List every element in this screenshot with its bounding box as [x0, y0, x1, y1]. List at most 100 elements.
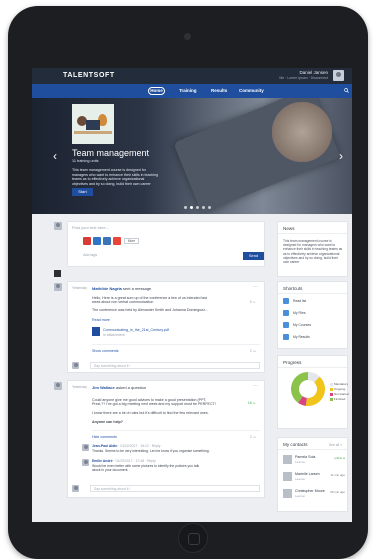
pdf-icon[interactable] — [113, 237, 121, 245]
tablet-frame: TALENTSOFT Daniel Jansen Me · Lorem ipsu… — [8, 6, 368, 559]
legend-item: Ongoing — [330, 387, 345, 391]
contact-status: 11 min ago — [330, 473, 345, 477]
user-links[interactable]: Me · Lorem ipsum · Disconnect — [279, 76, 328, 80]
hero-illustration — [72, 104, 114, 144]
legend-item: Not started — [330, 392, 349, 396]
contact-item[interactable]: Marielle Larsen Learner 11 min ago — [283, 472, 345, 484]
hero-description: This team management course is designed … — [72, 168, 159, 186]
hero-photo-hand — [272, 102, 332, 162]
nav-home[interactable]: Home — [148, 87, 165, 95]
see-all-link[interactable]: See all » — [329, 443, 342, 447]
avatar — [283, 489, 292, 498]
contacts-title: My contacts — [283, 442, 308, 447]
comment-input[interactable]: Say something about it ! — [90, 485, 260, 492]
comment-count: 2 ▭ — [249, 349, 256, 353]
list-icon — [283, 298, 289, 304]
legend-swatch — [330, 382, 333, 386]
more-icon[interactable]: ··· — [253, 284, 258, 290]
legend-label: Mandatory — [334, 382, 349, 386]
pdf-icon — [92, 327, 100, 336]
comment-author[interactable]: Emilie André — [92, 459, 113, 463]
post-author[interactable]: Mathilde Nagria — [92, 286, 122, 291]
link-icon[interactable] — [93, 237, 101, 245]
contact-item[interactable]: Pamela Sola Learner online ● — [283, 455, 345, 467]
comment-title: Emilie André · 01/22/2017 · 17:48 · Repl… — [92, 459, 156, 463]
shortcut-label: Read list — [293, 299, 307, 303]
divider — [92, 430, 260, 431]
carousel-dot[interactable] — [202, 206, 205, 209]
show-comments-link[interactable]: Show comments — [92, 349, 119, 353]
attachment-meta: in attachment — [103, 333, 125, 337]
post-time: Yesterday — [72, 286, 87, 290]
camera-icon — [184, 33, 191, 40]
post-highlight: Anyone can help? — [92, 420, 123, 424]
chart-icon — [283, 334, 289, 340]
send-button[interactable]: Send — [243, 252, 264, 260]
user-name[interactable]: Daniel Jansen — [299, 70, 328, 75]
nav-community[interactable]: Community — [239, 87, 264, 95]
post-composer: Post your text here... More Add tags Sen… — [67, 221, 265, 267]
post-text: Hello, Here is a great sum up of the con… — [92, 296, 208, 305]
comment-input[interactable]: Say something about it ! — [90, 362, 260, 369]
like-count[interactable]: 16 ☺ — [248, 401, 256, 405]
carousel-dot[interactable] — [184, 206, 187, 209]
like-count-value: 5 — [249, 300, 252, 304]
avatar — [72, 485, 79, 492]
comment-count: 2 ▭ — [249, 435, 256, 439]
avatar — [54, 382, 62, 390]
news-title: News — [283, 226, 295, 231]
read-more-link[interactable]: Read more — [92, 318, 110, 322]
post-action: asked a question — [114, 385, 147, 390]
search-icon[interactable] — [344, 88, 349, 93]
contacts-panel: My contacts See all » Pamela Sola Learner… — [277, 437, 348, 512]
book-icon — [283, 322, 289, 328]
divider — [278, 233, 347, 234]
video-icon[interactable] — [83, 237, 91, 245]
avatar — [283, 472, 292, 481]
contact-role: Learner — [295, 494, 306, 498]
avatar — [54, 283, 62, 291]
folder-icon — [283, 310, 289, 316]
avatar — [82, 459, 89, 466]
tags-input[interactable]: Add tags — [83, 253, 97, 257]
start-button[interactable]: Start — [72, 188, 93, 196]
post-text-more: The conference was held by Alexander Smi… — [92, 308, 209, 312]
more-dropdown[interactable]: More — [124, 238, 139, 244]
post-input[interactable]: Post your text here... — [72, 225, 109, 230]
post-time: Yesterday — [72, 385, 87, 389]
main-nav: Home Training Results Community — [32, 84, 352, 98]
avatar[interactable] — [333, 70, 344, 81]
hide-comments-link[interactable]: Hide comments — [92, 435, 117, 439]
carousel-dot[interactable] — [196, 206, 199, 209]
app-screen: TALENTSOFT Daniel Jansen Me · Lorem ipsu… — [32, 68, 352, 522]
chevron-left-icon[interactable]: ‹ — [53, 150, 57, 162]
carousel-dot[interactable] — [208, 206, 211, 209]
comment-author[interactable]: Jean-Paul Aldin — [92, 444, 117, 448]
home-button[interactable] — [178, 523, 208, 553]
hero-carousel: Team management 11 training units This t… — [32, 98, 352, 214]
nav-training[interactable]: Training — [179, 87, 197, 95]
contact-status: online ● — [334, 456, 345, 460]
document-icon[interactable] — [103, 237, 111, 245]
shortcuts-title: Shortcuts — [283, 286, 303, 291]
progress-title: Progress — [283, 360, 302, 365]
like-count[interactable]: 5 ☺ — [250, 300, 256, 304]
news-text: This team management course is designed … — [283, 239, 343, 265]
feed-post: Yesterday Mathilde Nagria sent a message… — [67, 281, 265, 373]
contact-item[interactable]: Christopher Moore Learner 35 min ago — [283, 489, 345, 501]
news-panel: News This team management course is desi… — [277, 221, 348, 277]
legend-swatch — [330, 387, 333, 391]
filter-icon[interactable] — [54, 270, 61, 277]
comment-meta: · 01/22/2017 · 15:12 · Reply — [117, 444, 161, 448]
legend-label: Finished — [334, 397, 346, 401]
attachment-link[interactable]: Communicating_in_the_21st_Century.pdf — [103, 328, 169, 332]
divider — [278, 367, 347, 368]
legend-label: Ongoing — [334, 387, 346, 391]
more-icon[interactable]: ··· — [253, 383, 258, 389]
chevron-right-icon[interactable]: › — [339, 150, 343, 162]
hero-title: Team management — [72, 148, 150, 158]
post-author[interactable]: Jim Wallace — [92, 385, 115, 390]
avatar — [72, 362, 79, 369]
carousel-dot[interactable] — [190, 206, 193, 209]
nav-results[interactable]: Results — [211, 87, 227, 95]
